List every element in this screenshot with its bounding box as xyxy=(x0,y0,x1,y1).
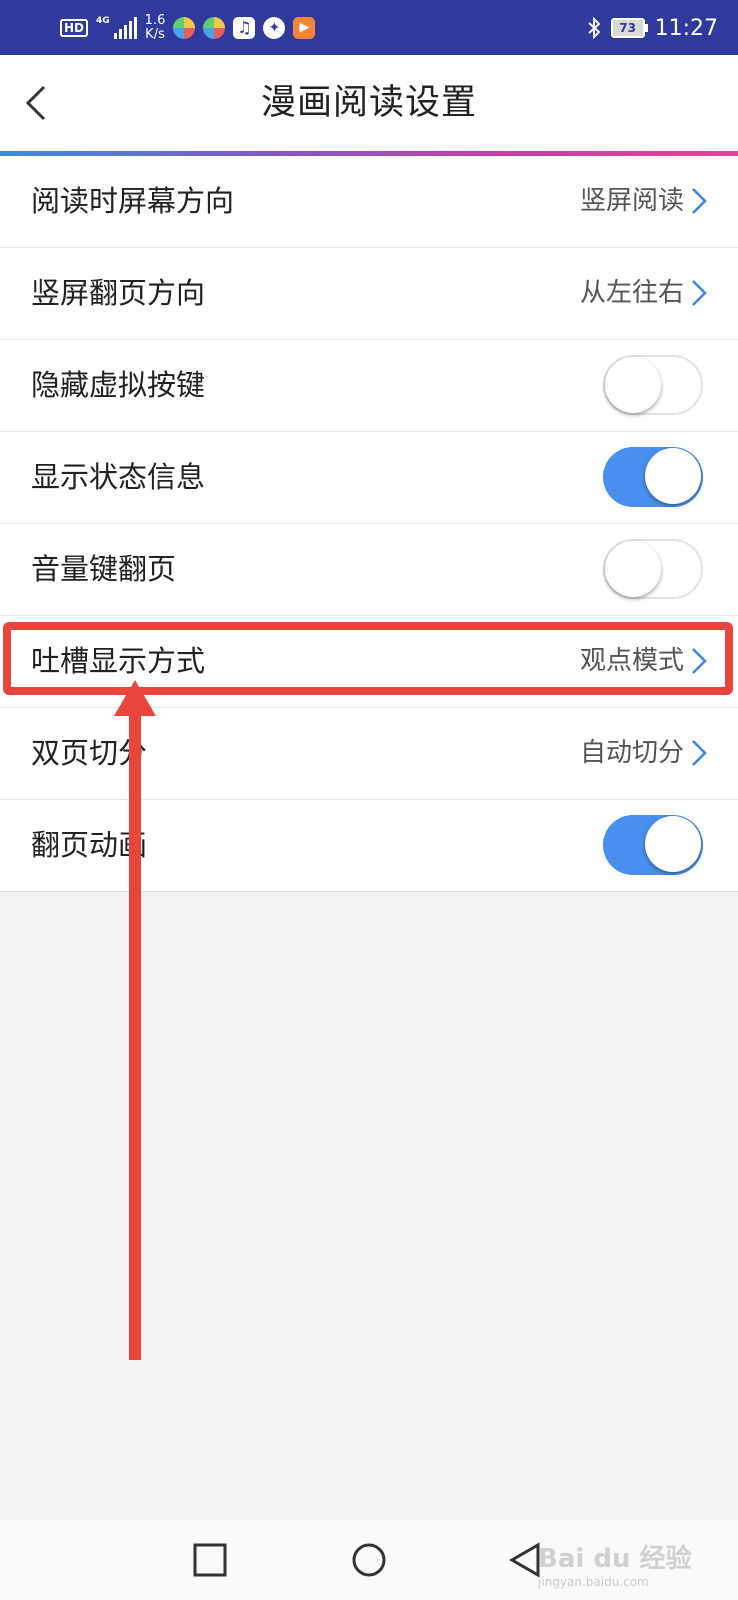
toggle-knob xyxy=(645,448,701,504)
settings-row[interactable]: 竖屏翻页方向 从左往右 xyxy=(0,248,738,340)
watermark-brand: Bai du 经验 xyxy=(538,1544,692,1574)
setting-label: 阅读时屏幕方向 xyxy=(31,184,235,218)
setting-value: 从左往右 xyxy=(579,278,684,308)
status-left: HD 4G 1.6 K/s ♫ ✦ ▶ xyxy=(60,10,316,46)
clock: 11:27 xyxy=(654,15,718,41)
page-title: 漫画阅读设置 xyxy=(260,83,477,123)
baidu-watermark: Bai du 经验 jingyan.baidu.com xyxy=(538,1538,698,1589)
settings-row[interactable]: 隐藏虚拟按键 xyxy=(0,340,738,432)
app-header: 漫画阅读设置 xyxy=(0,55,738,151)
setting-value: 自动切分 xyxy=(579,738,684,768)
bluetooth-icon xyxy=(587,16,601,40)
square-icon[interactable] xyxy=(192,1542,228,1578)
toggle-switch[interactable] xyxy=(603,447,703,507)
toggle-switch[interactable] xyxy=(603,539,703,599)
chevron-right-icon xyxy=(692,188,707,214)
setting-label: 竖屏翻页方向 xyxy=(31,276,206,310)
setting-label: 音量键翻页 xyxy=(31,552,177,586)
hd-badge: HD xyxy=(60,19,89,37)
app-icon-2 xyxy=(203,17,226,39)
status-bar: HD 4G 1.6 K/s ♫ ✦ ▶ 73 11:27 xyxy=(0,0,738,55)
chevron-right-icon xyxy=(692,740,707,766)
navigation-bar: Bai du 经验 jingyan.baidu.com xyxy=(0,1520,738,1600)
battery-icon: 73 xyxy=(610,18,648,38)
watermark-url: jingyan.baidu.com xyxy=(538,1575,649,1589)
settings-row[interactable]: 显示状态信息 xyxy=(0,432,738,524)
video-icon: ▶ xyxy=(293,17,316,39)
speed-unit: K/s xyxy=(145,27,165,42)
circle-icon[interactable] xyxy=(351,1542,387,1578)
music-icon: ♫ xyxy=(233,17,256,39)
setting-value: 竖屏阅读 xyxy=(579,186,684,216)
toggle-knob xyxy=(645,816,701,872)
settings-row[interactable]: 音量键翻页 xyxy=(0,524,738,616)
toggle-switch[interactable] xyxy=(603,815,703,875)
setting-label: 隐藏虚拟按键 xyxy=(31,368,206,402)
annotation-arrow xyxy=(114,680,156,1360)
app-icon-1 xyxy=(173,17,196,39)
speed-value: 1.6 xyxy=(144,13,166,28)
settings-row[interactable]: 阅读时屏幕方向 竖屏阅读 xyxy=(0,156,738,248)
network-type: 4G xyxy=(96,16,110,26)
browser-icon: ✦ xyxy=(263,17,286,39)
network-speed: 1.6 K/s xyxy=(145,14,166,42)
signal-icon: 4G xyxy=(96,17,137,39)
toggle-knob xyxy=(605,357,661,413)
status-right: 73 11:27 xyxy=(587,10,718,46)
chevron-right-icon xyxy=(692,280,707,306)
toggle-knob xyxy=(605,541,661,597)
toggle-switch[interactable] xyxy=(603,355,703,415)
setting-label: 显示状态信息 xyxy=(31,460,206,494)
